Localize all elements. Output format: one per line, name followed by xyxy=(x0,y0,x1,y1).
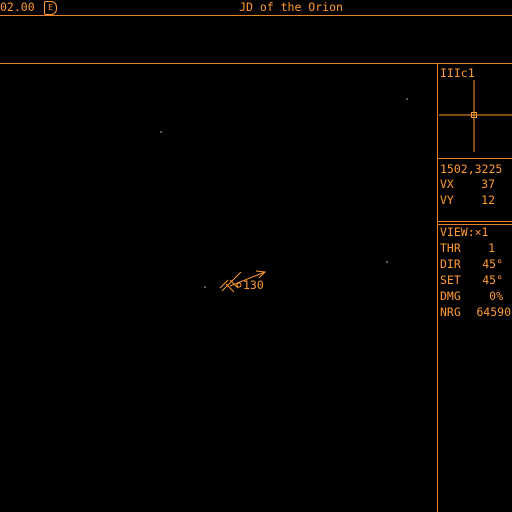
player-ship-icon xyxy=(219,271,242,293)
star xyxy=(160,131,162,133)
nrg-label: NRG xyxy=(440,305,461,319)
vy-label: VY xyxy=(440,193,454,207)
target-marker-icon[interactable] xyxy=(236,282,242,288)
star xyxy=(406,98,408,100)
set-label: SET xyxy=(440,273,461,287)
dmg-value: 0% xyxy=(489,289,503,303)
space-viewport[interactable] xyxy=(0,0,437,512)
set-value: 45° xyxy=(482,273,503,287)
vy-value: 12 xyxy=(481,193,495,207)
vx-label: VX xyxy=(440,177,454,191)
nrg-value: 64590 xyxy=(476,305,511,319)
star xyxy=(386,261,388,263)
star xyxy=(204,286,206,288)
thr-label: THR xyxy=(440,241,461,255)
target-label: 130 xyxy=(243,278,264,292)
dmg-label: DMG xyxy=(440,289,461,303)
vx-value: 37 xyxy=(481,177,495,191)
view-zoom[interactable]: VIEW:×1 xyxy=(440,225,488,239)
dir-label: DIR xyxy=(440,257,461,271)
dir-value: 45° xyxy=(482,257,503,271)
thr-value: 1 xyxy=(488,241,495,255)
ship-coordinates: 1502,3225 xyxy=(440,162,503,176)
